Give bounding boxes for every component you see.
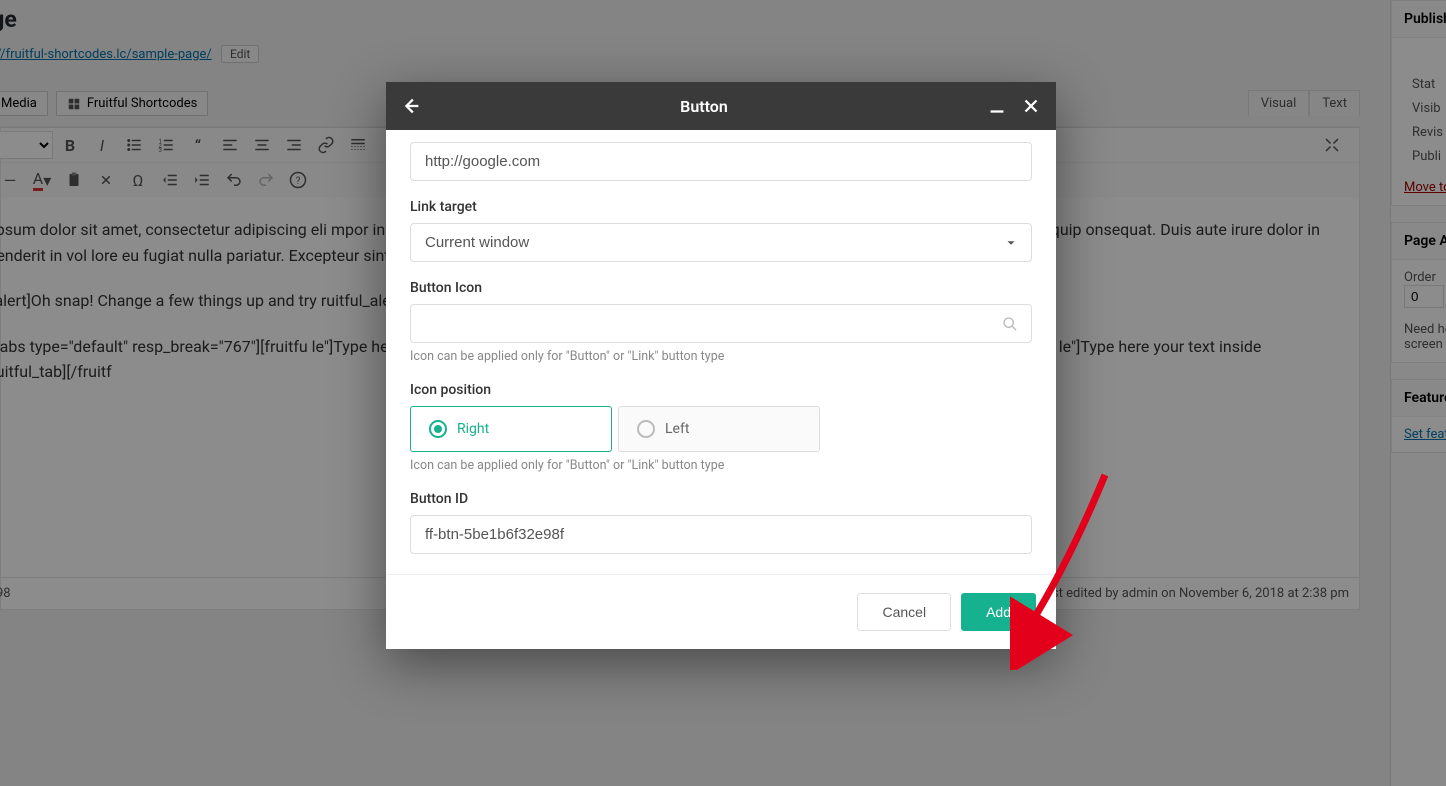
icon-position-radio-group: Right Left: [410, 406, 1032, 452]
button-icon-input[interactable]: [410, 304, 1032, 343]
button-link-input[interactable]: [410, 142, 1032, 181]
minimize-icon: [986, 95, 1008, 117]
radio-label: Right: [457, 421, 489, 437]
chevron-down-icon: [1004, 236, 1018, 250]
icon-position-help-text: Icon can be applied only for "Button" or…: [410, 458, 1032, 473]
radio-dot-icon: [429, 420, 447, 438]
close-icon: [1020, 95, 1042, 117]
close-button[interactable]: [1020, 95, 1042, 117]
link-target-select[interactable]: [410, 223, 1032, 262]
link-target-label: Link target: [410, 199, 1032, 215]
button-modal: Button Button link Link target Button Ic…: [386, 82, 1056, 649]
icon-position-right[interactable]: Right: [410, 406, 612, 452]
radio-label: Left: [665, 421, 689, 437]
radio-dot-icon: [637, 420, 655, 438]
minimize-button[interactable]: [986, 95, 1008, 117]
add-button[interactable]: Add: [961, 593, 1036, 631]
button-id-label: Button ID: [410, 491, 1032, 507]
button-id-input[interactable]: [410, 515, 1032, 554]
cancel-button[interactable]: Cancel: [857, 593, 951, 631]
modal-titlebar: Button: [386, 82, 1056, 130]
back-button[interactable]: [400, 95, 422, 117]
modal-title: Button: [422, 97, 986, 116]
icon-position-label: Icon position: [410, 382, 1032, 398]
icon-position-left[interactable]: Left: [618, 406, 820, 452]
arrow-left-icon: [400, 95, 422, 117]
icon-help-text: Icon can be applied only for "Button" or…: [410, 349, 1032, 364]
search-icon: [1002, 316, 1018, 332]
button-icon-label: Button Icon: [410, 280, 1032, 296]
modal-footer: Cancel Add: [386, 574, 1056, 649]
